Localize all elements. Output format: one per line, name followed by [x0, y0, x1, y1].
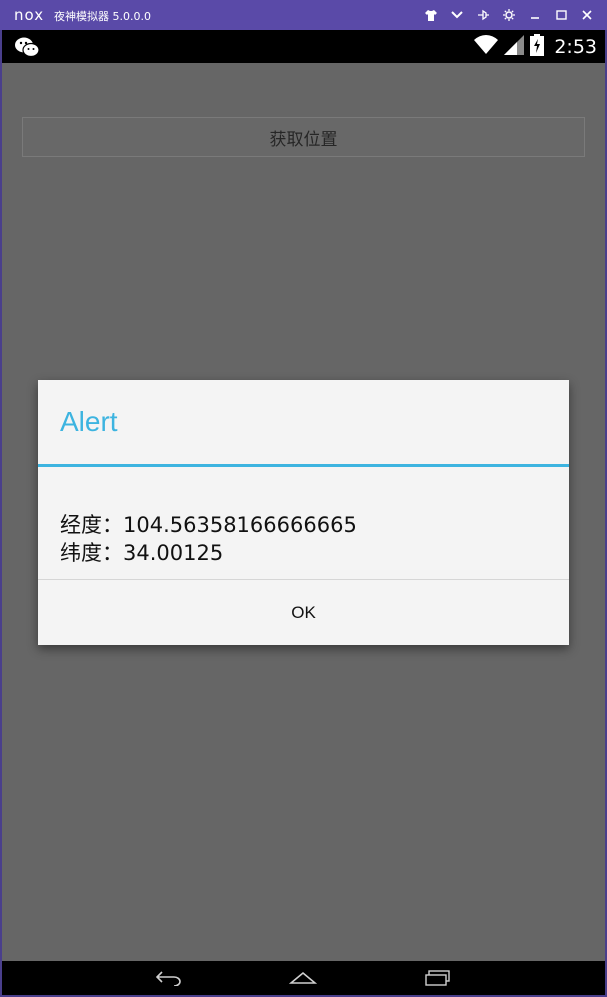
get-location-button[interactable]: 获取位置: [22, 117, 585, 157]
battery-icon: [530, 34, 545, 60]
home-icon[interactable]: [286, 967, 320, 989]
alert-dialog: Alert 经度：104.56358166666665 纬度：34.00125 …: [38, 380, 569, 645]
status-clock: 2:53: [554, 36, 597, 58]
longitude-text: 经度：104.56358166666665: [60, 513, 357, 537]
status-indicators: 2:53: [474, 34, 597, 60]
nox-logo: nox: [14, 6, 45, 24]
signal-icon: [504, 35, 525, 59]
navigation-bar: [2, 961, 605, 995]
emulator-window-controls: [421, 4, 597, 26]
recents-icon[interactable]: [421, 967, 455, 989]
device-screen: 2:53 获取位置 Alert 经度：104.56358166666665 纬度…: [2, 30, 605, 995]
shirt-icon[interactable]: [421, 4, 441, 26]
wifi-icon: [474, 35, 499, 59]
dialog-title-divider: [38, 464, 569, 467]
ok-button[interactable]: OK: [38, 580, 569, 645]
emulator-title: 夜神模拟器 5.0.0.0: [54, 10, 151, 23]
close-icon[interactable]: [577, 4, 597, 26]
pin-icon[interactable]: [473, 4, 493, 26]
latitude-text: 纬度：34.00125: [60, 541, 224, 565]
dialog-message: 经度：104.56358166666665 纬度：34.00125: [60, 511, 357, 567]
gear-icon[interactable]: [499, 4, 519, 26]
chevron-down-icon[interactable]: [447, 4, 467, 26]
minimize-icon[interactable]: [525, 4, 545, 26]
status-bar: 2:53: [2, 30, 605, 63]
wechat-icon: [14, 36, 40, 58]
dialog-title: Alert: [60, 406, 118, 437]
back-icon[interactable]: [152, 967, 186, 989]
emulator-title-bar: nox 夜神模拟器 5.0.0.0: [0, 0, 607, 30]
maximize-icon[interactable]: [551, 4, 571, 26]
